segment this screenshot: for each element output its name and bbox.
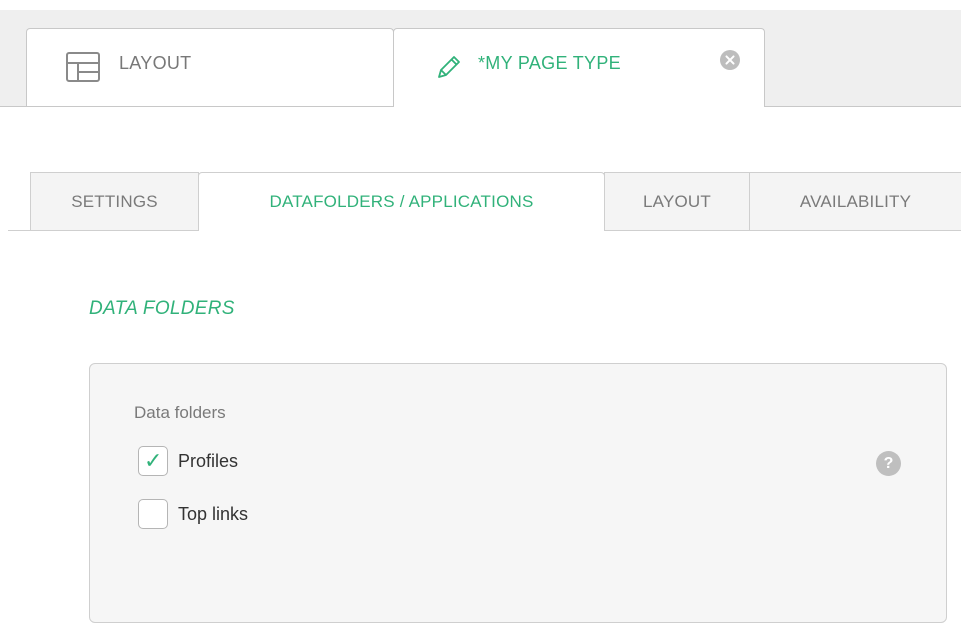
tab-settings[interactable]: SETTINGS: [30, 172, 199, 230]
field-group-label: Data folders: [134, 403, 226, 422]
checkbox-label: Profiles: [178, 450, 239, 471]
top-links-checkbox[interactable]: [138, 499, 168, 529]
document-tab-label: LAYOUT: [119, 53, 192, 73]
tab-layout[interactable]: LAYOUT: [604, 172, 750, 230]
document-tab-label: *MY PAGE TYPE: [478, 53, 621, 73]
checkbox-label: Top links: [178, 503, 249, 524]
tab-availability[interactable]: AVAILABILITY: [749, 172, 961, 230]
checkbox-row-profiles[interactable]: ✓ Profiles: [138, 446, 238, 476]
close-icon[interactable]: [720, 50, 740, 70]
section-title: DATA FOLDERS: [89, 298, 235, 319]
checkmark-icon: ✓: [144, 448, 163, 473]
profiles-checkbox[interactable]: ✓: [138, 446, 168, 476]
document-tab-my-page-type[interactable]: *MY PAGE TYPE: [393, 28, 765, 107]
pencil-icon: [434, 52, 464, 87]
data-folders-panel: Data folders ✓ Profiles Top links ?: [89, 363, 947, 623]
document-tab-layout[interactable]: LAYOUT: [26, 28, 394, 106]
layout-icon: [65, 51, 101, 88]
tab-datafolders-applications[interactable]: DATAFOLDERS / APPLICATIONS: [198, 172, 605, 231]
help-icon[interactable]: ?: [876, 451, 901, 476]
checkbox-row-top-links[interactable]: Top links: [138, 499, 248, 529]
